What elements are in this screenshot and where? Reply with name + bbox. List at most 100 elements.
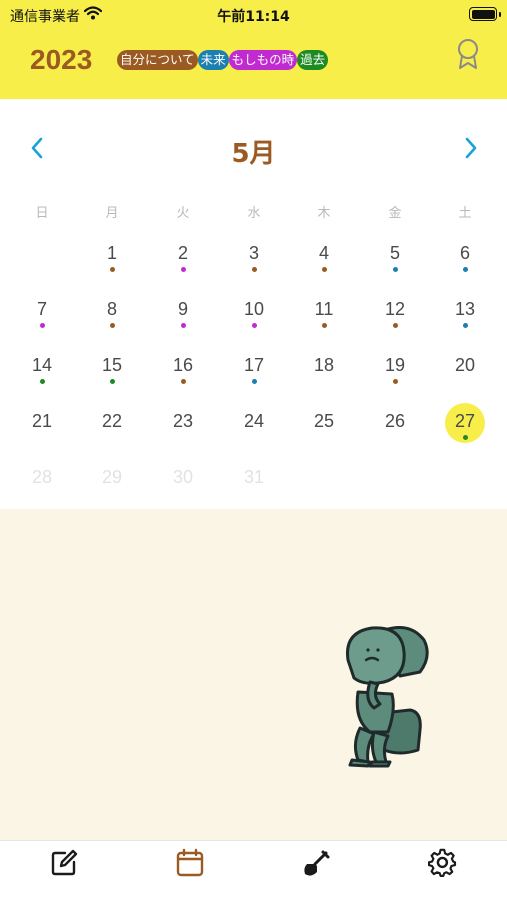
day-number: 18 <box>313 355 335 375</box>
tab-edit[interactable] <box>46 847 82 883</box>
calendar-day[interactable]: 12 <box>373 289 417 333</box>
weekday-thu: 木 <box>317 206 331 221</box>
calendar-day[interactable]: 8 <box>90 289 134 333</box>
calendar-icon <box>175 848 205 882</box>
day-number: 28 <box>31 467 53 487</box>
day-number: 22 <box>101 411 123 431</box>
status-bar: 通信事業者 午前11:14 <box>0 0 507 30</box>
calendar-day[interactable]: 19 <box>373 345 417 389</box>
entry-dot <box>252 379 257 384</box>
day-number: 1 <box>106 243 117 263</box>
day-number: 20 <box>454 355 476 375</box>
tab-dig[interactable] <box>298 847 334 883</box>
day-number: 23 <box>172 411 194 431</box>
shovel-icon <box>301 848 331 882</box>
entry-dot <box>181 323 186 328</box>
entry-dot <box>110 379 115 384</box>
calendar-day[interactable]: 15 <box>90 345 134 389</box>
entry-dot <box>252 323 257 328</box>
category-legend: 自分について 未来 もしもの時 過去 <box>117 50 329 70</box>
day-number: 8 <box>106 299 117 319</box>
day-number: 7 <box>36 299 47 319</box>
battery-icon <box>469 7 501 21</box>
calendar-day-selected[interactable]: 27 <box>443 401 487 445</box>
calendar-day[interactable]: 11 <box>302 289 346 333</box>
day-number: 29 <box>101 467 123 487</box>
day-number: 27 <box>454 411 476 431</box>
calendar: 5月 日 月 火 水 木 金 土 1 2 3 4 5 6 7 8 9 10 11 12 13 14 15 16… <box>0 99 507 509</box>
day-number: 30 <box>172 467 194 487</box>
tab-bar <box>0 840 507 901</box>
calendar-day[interactable]: 10 <box>232 289 276 333</box>
tag-emergency[interactable]: もしもの時 <box>228 50 298 70</box>
calendar-day[interactable]: 26 <box>373 401 417 445</box>
entry-dot <box>181 379 186 384</box>
calendar-day[interactable]: 9 <box>161 289 205 333</box>
tag-past[interactable]: 過去 <box>297 50 329 70</box>
day-number: 17 <box>243 355 265 375</box>
calendar-day[interactable]: 23 <box>161 401 205 445</box>
tag-about-me[interactable]: 自分について <box>117 50 198 70</box>
calendar-day[interactable]: 5 <box>373 233 417 277</box>
award-ribbon-icon[interactable] <box>455 38 481 74</box>
weekday-sun: 日 <box>35 206 49 221</box>
status-time: 午前11:14 <box>217 9 290 25</box>
day-number: 25 <box>313 411 335 431</box>
calendar-day[interactable]: 1 <box>90 233 134 277</box>
entry-dot <box>181 267 186 272</box>
day-number: 6 <box>459 243 470 263</box>
weekday-fri: 金 <box>388 206 402 221</box>
calendar-day[interactable]: 13 <box>443 289 487 333</box>
entry-dot <box>110 323 115 328</box>
entry-dot <box>463 267 468 272</box>
weekday-mon: 月 <box>105 206 119 221</box>
month-title: 5月 <box>231 139 276 169</box>
calendar-day[interactable]: 22 <box>90 401 134 445</box>
entry-dot <box>393 267 398 272</box>
edit-icon <box>49 848 79 882</box>
day-number: 16 <box>172 355 194 375</box>
calendar-day[interactable]: 4 <box>302 233 346 277</box>
gear-icon <box>427 848 458 882</box>
day-number: 3 <box>248 243 259 263</box>
year-label: 2023 <box>30 44 93 75</box>
day-number: 11 <box>314 299 334 319</box>
calendar-day[interactable]: 3 <box>232 233 276 277</box>
day-number: 12 <box>384 299 406 319</box>
entry-dot <box>110 267 115 272</box>
chevron-right-icon[interactable] <box>462 135 480 165</box>
calendar-day[interactable]: 14 <box>20 345 64 389</box>
day-number: 9 <box>177 299 188 319</box>
calendar-day[interactable]: 21 <box>20 401 64 445</box>
calendar-day[interactable]: 18 <box>302 345 346 389</box>
calendar-day[interactable]: 20 <box>443 345 487 389</box>
weekday-sat: 土 <box>458 206 472 221</box>
entry-dot <box>40 323 45 328</box>
day-number: 4 <box>318 243 329 263</box>
day-number: 21 <box>31 411 53 431</box>
calendar-day[interactable]: 24 <box>232 401 276 445</box>
app-header: 通信事業者 午前11:14 2023 自分について 未来 もしもの時 過去 <box>0 0 507 99</box>
entry-dot <box>322 267 327 272</box>
day-number: 15 <box>101 355 123 375</box>
calendar-day[interactable]: 25 <box>302 401 346 445</box>
entry-dot <box>393 323 398 328</box>
tag-future[interactable]: 未来 <box>197 50 229 70</box>
entry-dot <box>322 323 327 328</box>
calendar-day[interactable]: 17 <box>232 345 276 389</box>
weekday-wed: 水 <box>247 206 261 221</box>
thinker-statue-illustration <box>330 620 440 774</box>
calendar-day[interactable]: 7 <box>20 289 64 333</box>
weekday-tue: 火 <box>176 206 190 221</box>
tab-settings[interactable] <box>425 847 461 883</box>
tab-calendar[interactable] <box>172 847 208 883</box>
calendar-day: 30 <box>161 457 205 501</box>
day-number: 10 <box>243 299 265 319</box>
day-number: 5 <box>389 243 400 263</box>
day-number: 19 <box>384 355 406 375</box>
day-number: 2 <box>177 243 188 263</box>
calendar-day[interactable]: 2 <box>161 233 205 277</box>
day-number: 31 <box>243 467 265 487</box>
calendar-day[interactable]: 6 <box>443 233 487 277</box>
calendar-day[interactable]: 16 <box>161 345 205 389</box>
